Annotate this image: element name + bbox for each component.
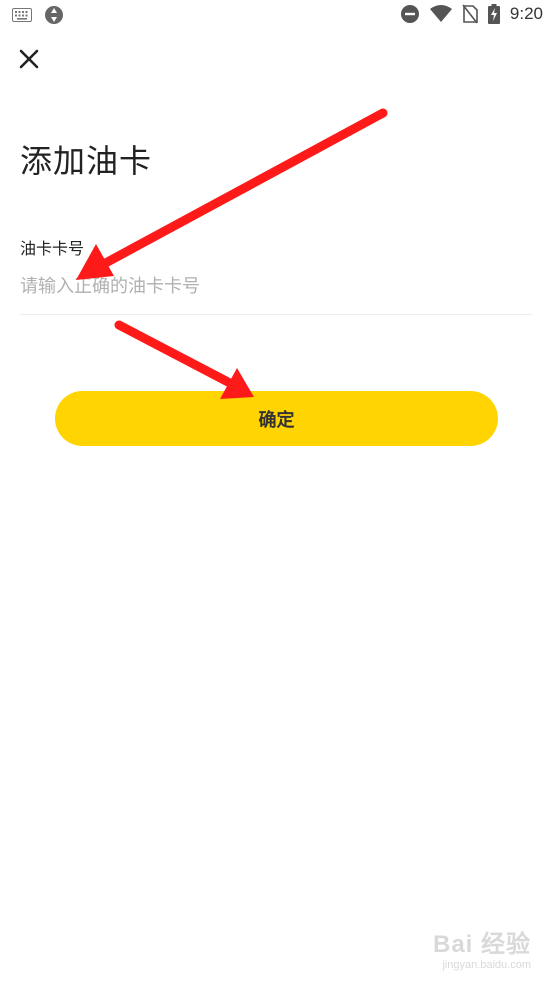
status-time: 9:20 <box>509 4 543 23</box>
close-button[interactable] <box>14 44 44 74</box>
no-sim-icon <box>462 4 478 24</box>
input-divider <box>20 314 532 315</box>
watermark: Bai 经验 jingyan.baidu.com <box>433 924 531 971</box>
do-not-disturb-icon <box>400 5 419 23</box>
watermark-logo: Bai 经验 <box>432 931 531 958</box>
close-icon <box>19 49 39 69</box>
watermark-url: jingyan.baidu.com <box>442 959 531 971</box>
battery-charging-icon <box>487 4 500 24</box>
card-number-label: 油卡卡号 <box>20 239 85 258</box>
wifi-icon <box>429 5 452 22</box>
confirm-button[interactable]: 确定 <box>55 391 498 446</box>
keyboard-icon <box>12 8 32 22</box>
status-bar: 9:20 <box>0 0 553 30</box>
sync-icon <box>45 6 63 24</box>
card-number-input[interactable] <box>20 266 532 306</box>
annotation-arrow-to-button <box>114 320 254 399</box>
page-title: 添加油卡 <box>20 142 153 180</box>
